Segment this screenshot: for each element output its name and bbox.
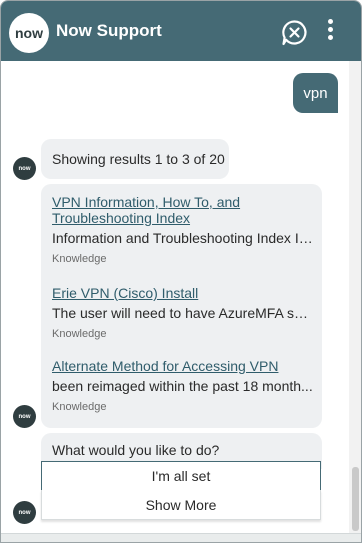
bot-avatar: now (13, 157, 36, 180)
bot-avatar: now (13, 405, 36, 428)
result-description: Information and Troubleshooting Index In… (52, 230, 314, 246)
result-link[interactable]: Erie VPN (Cisco) Install (52, 285, 314, 301)
result-link[interactable]: Alternate Method for Accessing VPN (52, 358, 314, 374)
result-type: Knowledge (52, 401, 107, 413)
result-item: Erie VPN (Cisco) Install The user will n… (52, 285, 314, 341)
menu-dot (327, 35, 333, 40)
chat-header: now Now Support (1, 1, 361, 61)
result-description: The user will need to have AzureMFA set.… (52, 305, 314, 321)
search-results-card: VPN Information, How To, and Troubleshoo… (41, 184, 322, 428)
option-show-more-button[interactable]: Show More (41, 490, 321, 520)
result-item: VPN Information, How To, and Troubleshoo… (52, 194, 314, 266)
menu-dot (327, 27, 333, 32)
chat-title: Now Support (56, 21, 162, 40)
avatar-text: now (18, 413, 31, 420)
chat-window: now Now Support vpn now Showing results … (0, 0, 362, 543)
end-conversation-button[interactable] (281, 19, 308, 46)
results-summary-text: Showing results 1 to 3 of 20 (52, 151, 225, 167)
result-type: Knowledge (52, 253, 107, 265)
more-vertical-icon (327, 19, 333, 24)
result-link[interactable]: VPN Information, How To, and Troubleshoo… (52, 194, 314, 226)
more-menu-button[interactable] (323, 17, 337, 45)
chat-scrollbar[interactable] (349, 61, 361, 533)
prompt-text: What would you like to do? (52, 442, 220, 458)
input-area-edge (1, 533, 361, 542)
chat-close-icon (282, 20, 307, 46)
bot-avatar: now (13, 501, 36, 524)
logo-text: now (15, 25, 43, 41)
now-logo: now (9, 13, 49, 53)
result-type: Knowledge (52, 328, 107, 340)
results-summary-bubble: Showing results 1 to 3 of 20 (41, 139, 229, 179)
chat-transcript[interactable]: vpn now Showing results 1 to 3 of 20 VPN… (1, 61, 349, 533)
scrollbar-thumb[interactable] (352, 467, 359, 531)
option-all-set-button[interactable]: I'm all set (41, 461, 321, 491)
avatar-text: now (18, 509, 31, 516)
result-item: Alternate Method for Accessing VPN been … (52, 358, 314, 414)
avatar-text: now (18, 165, 31, 172)
user-message: vpn (293, 73, 338, 113)
result-description: been reimaged within the past 18 month..… (52, 378, 313, 394)
